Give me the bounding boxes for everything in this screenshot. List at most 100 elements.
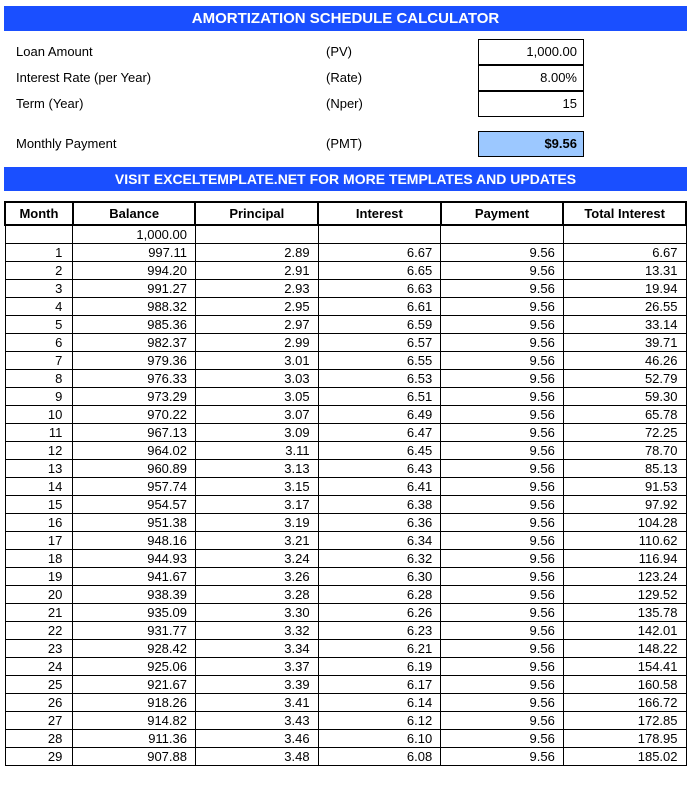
- table-cell: 3.03: [195, 370, 318, 388]
- table-row: 16951.383.196.369.56104.28: [5, 514, 686, 532]
- table-cell: 24: [5, 658, 73, 676]
- table-cell: 25: [5, 676, 73, 694]
- table-cell: 9.56: [441, 316, 564, 334]
- table-cell: 27: [5, 712, 73, 730]
- table-cell: 20: [5, 586, 73, 604]
- table-cell: 9.56: [441, 532, 564, 550]
- table-cell: 28: [5, 730, 73, 748]
- promo-banner: VISIT EXCELTEMPLATE.NET FOR MORE TEMPLAT…: [4, 167, 687, 191]
- table-cell: 123.24: [563, 568, 686, 586]
- table-cell: 9.56: [441, 388, 564, 406]
- table-cell: 997.11: [73, 244, 196, 262]
- table-cell: 10: [5, 406, 73, 424]
- table-cell: 9.56: [441, 496, 564, 514]
- table-cell: 6.51: [318, 388, 441, 406]
- table-cell: 23: [5, 640, 73, 658]
- table-cell: 9.56: [441, 586, 564, 604]
- table-cell: 3.21: [195, 532, 318, 550]
- table-cell: 15: [5, 496, 73, 514]
- table-cell: 960.89: [73, 460, 196, 478]
- table-cell: 3.07: [195, 406, 318, 424]
- table-cell: 9: [5, 388, 73, 406]
- table-cell: 9.56: [441, 622, 564, 640]
- table-cell: 6: [5, 334, 73, 352]
- table-row: 1997.112.896.679.566.67: [5, 244, 686, 262]
- table-row: 14957.743.156.419.5691.53: [5, 478, 686, 496]
- table-cell: 104.28: [563, 514, 686, 532]
- table-cell: 6.14: [318, 694, 441, 712]
- table-cell: 9.56: [441, 550, 564, 568]
- initial-balance-value: 1,000.00: [73, 225, 196, 244]
- table-cell: 3.11: [195, 442, 318, 460]
- table-cell: 948.16: [73, 532, 196, 550]
- loan-amount-value[interactable]: 1,000.00: [478, 39, 584, 65]
- table-cell: 6.12: [318, 712, 441, 730]
- table-cell: 2.89: [195, 244, 318, 262]
- table-cell: 16: [5, 514, 73, 532]
- table-cell: 921.67: [73, 676, 196, 694]
- table-cell: 2.97: [195, 316, 318, 334]
- table-cell: 3.01: [195, 352, 318, 370]
- table-cell: 9.56: [441, 262, 564, 280]
- table-cell: 938.39: [73, 586, 196, 604]
- table-cell: 4: [5, 298, 73, 316]
- table-cell: 22: [5, 622, 73, 640]
- table-cell: 6.10: [318, 730, 441, 748]
- table-row: 25921.673.396.179.56160.58: [5, 676, 686, 694]
- table-cell: 172.85: [563, 712, 686, 730]
- col-balance: Balance: [73, 202, 196, 225]
- table-cell: 6.26: [318, 604, 441, 622]
- table-cell: 3.37: [195, 658, 318, 676]
- table-cell: 33.14: [563, 316, 686, 334]
- table-cell: 19: [5, 568, 73, 586]
- table-row: 23928.423.346.219.56148.22: [5, 640, 686, 658]
- table-header-row: Month Balance Principal Interest Payment…: [5, 202, 686, 225]
- table-cell: 26: [5, 694, 73, 712]
- table-cell: 6.19: [318, 658, 441, 676]
- table-cell: 9.56: [441, 658, 564, 676]
- table-cell: 6.36: [318, 514, 441, 532]
- table-cell: 994.20: [73, 262, 196, 280]
- table-row: 11967.133.096.479.5672.25: [5, 424, 686, 442]
- table-cell: 12: [5, 442, 73, 460]
- col-month: Month: [5, 202, 73, 225]
- table-cell: 110.62: [563, 532, 686, 550]
- table-cell: 9.56: [441, 334, 564, 352]
- table-cell: 9.56: [441, 604, 564, 622]
- table-cell: 6.23: [318, 622, 441, 640]
- table-cell: 3.41: [195, 694, 318, 712]
- table-row: 4988.322.956.619.5626.55: [5, 298, 686, 316]
- table-cell: 935.09: [73, 604, 196, 622]
- table-cell: 9.56: [441, 730, 564, 748]
- term-value[interactable]: 15: [478, 91, 584, 117]
- table-cell: 6.41: [318, 478, 441, 496]
- pmt-label: Monthly Payment: [16, 133, 326, 155]
- table-row: 19941.673.266.309.56123.24: [5, 568, 686, 586]
- table-cell: 9.56: [441, 424, 564, 442]
- table-row: 13960.893.136.439.5685.13: [5, 460, 686, 478]
- table-cell: 2.99: [195, 334, 318, 352]
- table-cell: 3: [5, 280, 73, 298]
- rate-label: Interest Rate (per Year): [16, 67, 326, 89]
- table-cell: 3.39: [195, 676, 318, 694]
- table-cell: 2.95: [195, 298, 318, 316]
- table-cell: 911.36: [73, 730, 196, 748]
- table-cell: 918.26: [73, 694, 196, 712]
- table-row: 17948.163.216.349.56110.62: [5, 532, 686, 550]
- table-cell: 9.56: [441, 712, 564, 730]
- table-cell: 9.56: [441, 352, 564, 370]
- table-cell: 982.37: [73, 334, 196, 352]
- table-cell: 6.49: [318, 406, 441, 424]
- table-cell: 6.21: [318, 640, 441, 658]
- table-cell: 3.48: [195, 748, 318, 766]
- term-label: Term (Year): [16, 93, 326, 115]
- rate-value[interactable]: 8.00%: [478, 65, 584, 91]
- table-cell: 970.22: [73, 406, 196, 424]
- loan-amount-code: (PV): [326, 41, 478, 63]
- rate-code: (Rate): [326, 67, 478, 89]
- table-cell: 178.95: [563, 730, 686, 748]
- table-cell: 9.56: [441, 442, 564, 460]
- term-code: (Nper): [326, 93, 478, 115]
- table-cell: 3.28: [195, 586, 318, 604]
- table-cell: 7: [5, 352, 73, 370]
